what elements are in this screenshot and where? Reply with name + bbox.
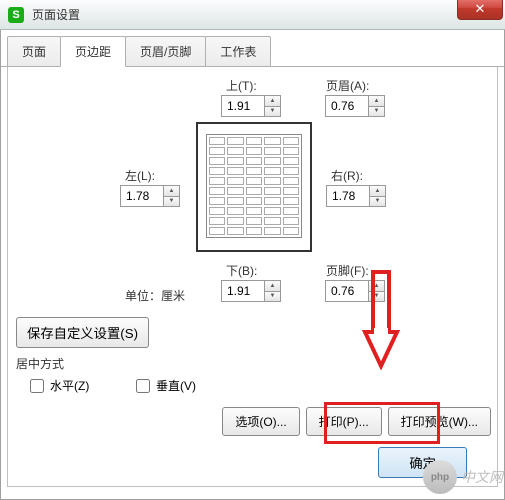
right-margin-label: 右(R):	[331, 167, 363, 184]
center-group-label: 居中方式	[16, 355, 64, 372]
tab-sheet[interactable]: 工作表	[205, 36, 271, 66]
right-margin-value: 1.78	[332, 189, 355, 203]
header-spin-buttons[interactable]: ▲▼	[368, 95, 385, 117]
chevron-up-icon[interactable]: ▲	[370, 186, 385, 197]
margin-preview	[196, 122, 312, 252]
header-margin-label: 页眉(A):	[326, 77, 369, 94]
chevron-up-icon[interactable]: ▲	[265, 281, 280, 292]
top-margin-input[interactable]: 1.91 ▲▼	[221, 95, 281, 117]
top-spin-buttons[interactable]: ▲▼	[264, 95, 281, 117]
dialog-body: 页面 页边距 页眉/页脚 工作表 上(T): 1.91 ▲▼ 页眉(A): 0.…	[0, 30, 505, 500]
close-button[interactable]: ✕	[457, 0, 503, 20]
chevron-down-icon[interactable]: ▼	[164, 197, 179, 207]
left-margin-value: 1.78	[126, 189, 149, 203]
tab-margins[interactable]: 页边距	[60, 36, 126, 67]
top-margin-value: 1.91	[227, 99, 250, 113]
watermark-text: 中文网	[461, 467, 503, 487]
bottom-margin-value: 1.91	[227, 284, 250, 298]
chevron-down-icon[interactable]: ▼	[369, 292, 384, 302]
center-vertical-wrap[interactable]: 垂直(V)	[136, 377, 196, 394]
center-horizontal-checkbox[interactable]	[30, 379, 44, 393]
left-spin-buttons[interactable]: ▲▼	[163, 185, 180, 207]
tab-content: 上(T): 1.91 ▲▼ 页眉(A): 0.76 ▲▼ 左(L): 1.78 …	[7, 67, 498, 487]
print-button[interactable]: 打印(P)...	[306, 407, 382, 436]
left-margin-input[interactable]: 1.78 ▲▼	[120, 185, 180, 207]
title-bar: S 页面设置 ✕	[0, 0, 505, 30]
chevron-up-icon[interactable]: ▲	[369, 281, 384, 292]
preview-grid	[206, 134, 302, 238]
print-preview-button[interactable]: 打印预览(W)...	[388, 407, 491, 436]
header-margin-value: 0.76	[331, 99, 354, 113]
footer-margin-label: 页脚(F):	[326, 262, 369, 279]
bottom-margin-input[interactable]: 1.91 ▲▼	[221, 280, 281, 302]
close-icon: ✕	[475, 1, 486, 17]
action-button-row: 选项(O)... 打印(P)... 打印预览(W)...	[222, 407, 491, 436]
chevron-down-icon[interactable]: ▼	[370, 197, 385, 207]
chevron-down-icon[interactable]: ▼	[265, 292, 280, 302]
center-vertical-label: 垂直(V)	[156, 377, 196, 394]
watermark: php 中文网	[423, 460, 503, 494]
bottom-margin-label: 下(B):	[226, 262, 257, 279]
tabs-bar: 页面 页边距 页眉/页脚 工作表	[1, 30, 504, 67]
unit-label: 单位：厘米	[125, 287, 185, 304]
chevron-up-icon[interactable]: ▲	[369, 96, 384, 107]
right-margin-input[interactable]: 1.78 ▲▼	[326, 185, 386, 207]
watermark-logo-icon: php	[423, 460, 457, 494]
chevron-up-icon[interactable]: ▲	[164, 186, 179, 197]
center-horizontal-label: 水平(Z)	[50, 377, 89, 394]
window-title: 页面设置	[32, 6, 80, 23]
bottom-spin-buttons[interactable]: ▲▼	[264, 280, 281, 302]
center-vertical-checkbox[interactable]	[136, 379, 150, 393]
save-custom-button[interactable]: 保存自定义设置(S)	[16, 317, 149, 348]
chevron-down-icon[interactable]: ▼	[265, 107, 280, 117]
top-margin-label: 上(T):	[226, 77, 257, 94]
app-icon: S	[8, 7, 24, 23]
footer-spin-buttons[interactable]: ▲▼	[368, 280, 385, 302]
chevron-down-icon[interactable]: ▼	[369, 107, 384, 117]
left-margin-label: 左(L):	[125, 167, 155, 184]
center-horizontal-wrap[interactable]: 水平(Z)	[30, 377, 89, 394]
tab-page[interactable]: 页面	[7, 36, 61, 66]
chevron-up-icon[interactable]: ▲	[265, 96, 280, 107]
right-spin-buttons[interactable]: ▲▼	[369, 185, 386, 207]
header-margin-input[interactable]: 0.76 ▲▼	[325, 95, 385, 117]
options-button[interactable]: 选项(O)...	[222, 407, 299, 436]
tab-headerfooter[interactable]: 页眉/页脚	[125, 36, 206, 66]
footer-margin-input[interactable]: 0.76 ▲▼	[325, 280, 385, 302]
footer-margin-value: 0.76	[331, 284, 354, 298]
